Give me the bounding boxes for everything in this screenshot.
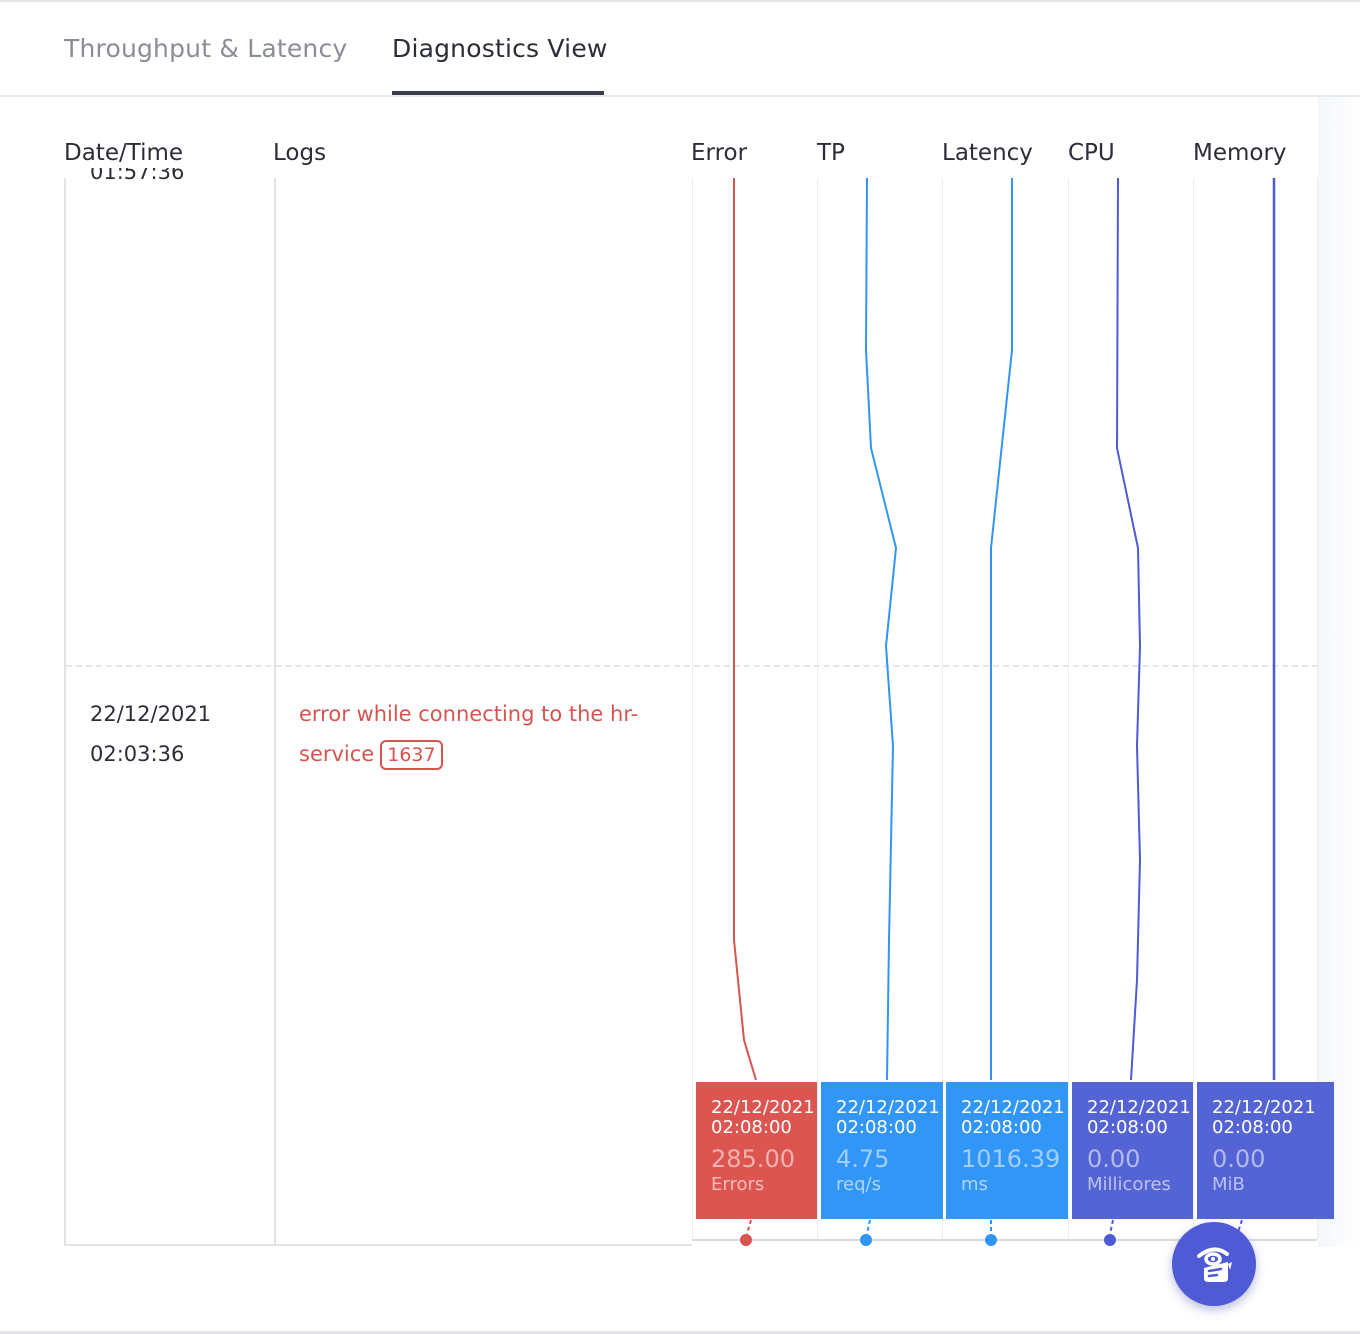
- error-line: [733, 178, 757, 1081]
- cpu-connector: [1109, 1219, 1114, 1235]
- tooltip-date: 22/12/2021: [1087, 1097, 1191, 1118]
- tooltip-memory: 22/12/2021 02:08:00 0.00 MiB: [1197, 1082, 1334, 1219]
- tp-line: [864, 177, 898, 1081]
- tooltip-unit: Errors: [711, 1174, 765, 1195]
- tooltip-time: 02:08:00: [961, 1117, 1042, 1138]
- tooltip-unit: req/s: [836, 1174, 881, 1195]
- tp-connector: [866, 1219, 871, 1235]
- tooltip-tp: 22/12/2021 02:08:00 4.75 req/s: [821, 1082, 943, 1219]
- chat-bot-button[interactable]: [1172, 1222, 1256, 1306]
- tooltip-latency: 22/12/2021 02:08:00 1016.39 ms: [946, 1082, 1068, 1219]
- tooltip-date: 22/12/2021: [961, 1097, 1065, 1118]
- tooltip-date: 22/12/2021: [711, 1097, 815, 1118]
- tooltip-unit: MiB: [1212, 1174, 1245, 1195]
- latency-marker: [985, 1234, 997, 1246]
- tooltip-unit: ms: [961, 1174, 988, 1195]
- tp-marker: [860, 1234, 872, 1246]
- cpu-marker: [1104, 1234, 1116, 1246]
- tooltip-time: 02:08:00: [1087, 1117, 1168, 1138]
- tooltip-value: 4.75: [836, 1145, 890, 1173]
- tooltip-time: 02:08:00: [1212, 1117, 1293, 1138]
- tooltip-value: 0.00: [1087, 1145, 1141, 1173]
- tooltip-value: 1016.39: [961, 1145, 1061, 1173]
- tooltip-date: 22/12/2021: [1212, 1097, 1316, 1118]
- tooltip-unit: Millicores: [1087, 1174, 1171, 1195]
- tooltip-value: 285.00: [711, 1145, 795, 1173]
- tooltip-value: 0.00: [1212, 1145, 1266, 1173]
- tooltip-time: 02:08:00: [711, 1117, 792, 1138]
- error-connector: [746, 1219, 752, 1235]
- tooltip-error: 22/12/2021 02:08:00 285.00 Errors: [696, 1082, 817, 1219]
- error-marker: [740, 1234, 752, 1246]
- tooltip-date: 22/12/2021: [836, 1097, 940, 1118]
- cpu-line: [1115, 177, 1142, 1081]
- latency-line: [990, 178, 1013, 1080]
- tooltip-cpu: 22/12/2021 02:08:00 0.00 Millicores: [1072, 1082, 1193, 1219]
- tooltip-time: 02:08:00: [836, 1117, 917, 1138]
- chat-bot-icon: [1197, 1247, 1232, 1282]
